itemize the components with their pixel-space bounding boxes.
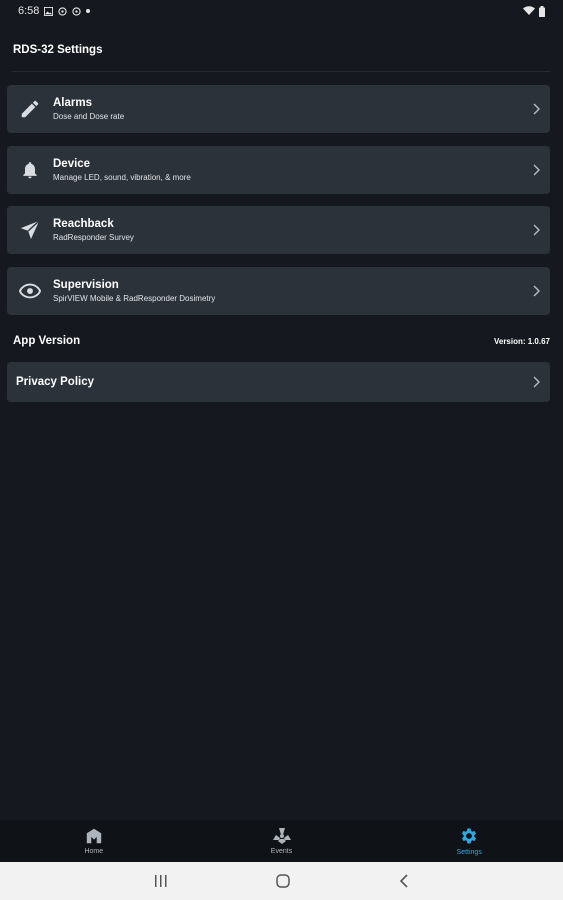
item-texts: Device Manage LED, sound, vibration, & m…: [53, 157, 526, 183]
bell-icon: [23, 162, 37, 179]
settings-item-label: Device: [53, 158, 91, 170]
nav-home[interactable]: Home: [0, 820, 188, 862]
chevron-right-icon: [526, 206, 546, 254]
icon-wrap: [7, 206, 53, 254]
notification-icon: [58, 6, 68, 16]
chevron-right-icon: [526, 85, 546, 133]
nav-label: Settings: [456, 849, 482, 856]
item-texts: Alarms Dose and Dose rate: [53, 96, 526, 122]
settings-item-subtitle: RadResponder Survey: [53, 233, 134, 242]
status-time: 6:58: [18, 5, 40, 17]
send-icon: [20, 220, 40, 240]
wifi-icon: [523, 6, 535, 15]
settings-item-subtitle: Manage LED, sound, vibration, & more: [53, 173, 191, 182]
recent-apps-icon[interactable]: [154, 875, 168, 887]
chevron-right-icon: [526, 146, 546, 194]
divider: [12, 71, 550, 72]
back-icon[interactable]: [399, 874, 409, 888]
settings-item-device[interactable]: Device Manage LED, sound, vibration, & m…: [7, 146, 550, 194]
settings-item-label: Supervision: [53, 279, 119, 291]
notification-icon: [72, 6, 82, 16]
status-bar: 6:58: [0, 0, 563, 22]
chevron-right-icon: [526, 362, 546, 402]
icon-wrap: [7, 146, 53, 194]
nav-label: Home: [84, 848, 104, 855]
icon-wrap: [7, 267, 53, 315]
settings-item-label: Alarms: [53, 97, 92, 109]
gear-icon: [462, 828, 477, 844]
home-button-icon[interactable]: [276, 874, 291, 888]
image-icon: [44, 6, 54, 16]
settings-item-alarms[interactable]: Alarms Dose and Dose rate: [7, 85, 550, 133]
radiation-icon: [272, 828, 291, 844]
pencil-icon: [21, 100, 39, 118]
app-version-value: Version: 1.0.67: [493, 337, 550, 346]
settings-item-supervision[interactable]: Supervision SpirVIEW Mobile & RadRespond…: [7, 267, 550, 315]
chevron-right-icon: [526, 267, 546, 315]
status-right: [523, 5, 545, 17]
settings-item-reachback[interactable]: Reachback RadResponder Survey: [7, 206, 550, 254]
nav-settings[interactable]: Settings: [375, 820, 563, 862]
settings-item-subtitle: Dose and Dose rate: [53, 112, 125, 121]
settings-item-label: Reachback: [53, 218, 114, 230]
status-left: 6:58: [18, 5, 91, 17]
dot-icon: [86, 9, 91, 13]
nav-label: Events: [270, 848, 293, 855]
nav-events[interactable]: Events: [188, 820, 376, 862]
privacy-policy-label: Privacy Policy: [16, 376, 94, 388]
page-title: RDS-32 Settings: [13, 44, 103, 56]
privacy-policy-item[interactable]: Privacy Policy: [7, 362, 550, 402]
battery-icon: [539, 5, 545, 17]
app-version-label: App Version: [13, 335, 81, 347]
system-nav-bar: [0, 862, 563, 900]
home-icon: [86, 828, 102, 844]
settings-item-subtitle: SpirVIEW Mobile & RadResponder Dosimetry: [53, 294, 216, 303]
item-texts: Reachback RadResponder Survey: [53, 217, 526, 243]
icon-wrap: [7, 85, 53, 133]
bottom-nav: Home Events Settings: [0, 820, 563, 862]
item-texts: Supervision SpirVIEW Mobile & RadRespond…: [53, 278, 526, 304]
eye-icon: [19, 283, 41, 299]
